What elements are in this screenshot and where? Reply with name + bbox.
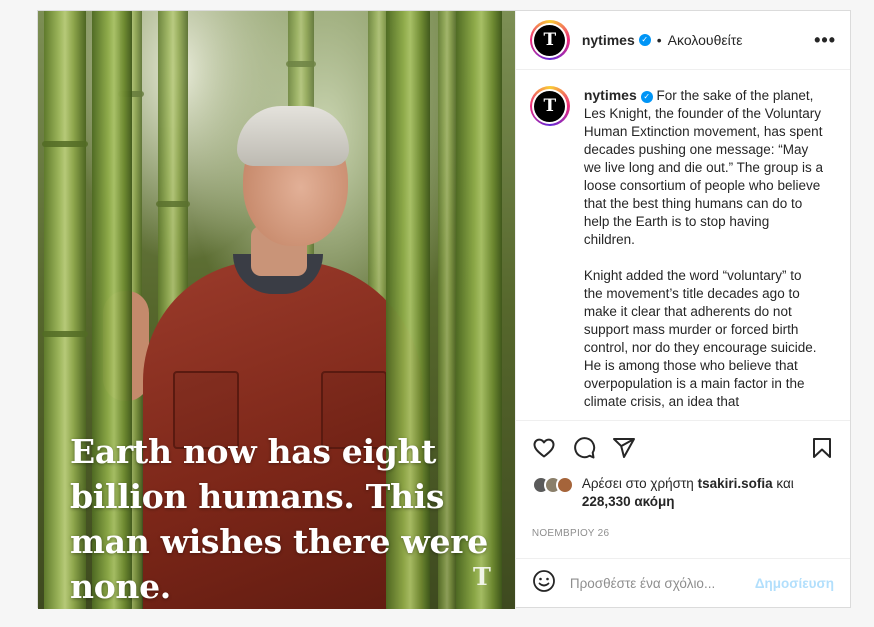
caption-text: nytimes ✓ For the sake of the planet, Les… <box>584 86 824 420</box>
publish-button[interactable]: Δημοσίευση <box>755 576 834 591</box>
caption-paragraph-1: For the sake of the planet, Les Knight, … <box>583 88 823 248</box>
liker-avatars[interactable] <box>531 475 574 494</box>
likes-count[interactable]: 228,330 ακόμη <box>582 494 675 509</box>
avatar-letter: T <box>534 90 566 122</box>
caption-username[interactable]: nytimes <box>584 87 637 103</box>
heart-icon[interactable] <box>532 436 556 460</box>
avatar[interactable]: T <box>529 20 570 61</box>
comment-icon[interactable] <box>572 436 596 460</box>
avatar-letter: T <box>534 24 566 56</box>
comment-input[interactable] <box>569 576 755 592</box>
verified-icon: ✓ <box>640 91 653 104</box>
separator-dot: • <box>656 32 662 49</box>
liker-avatar <box>555 475 574 494</box>
emoji-icon[interactable] <box>532 569 556 598</box>
post-image[interactable]: Earth now has eight billion humans. This… <box>38 11 515 609</box>
action-bar <box>516 421 850 474</box>
post-card: Earth now has eight billion humans. This… <box>37 10 851 609</box>
comment-bar: Δημοσίευση <box>515 557 850 609</box>
verified-icon: ✓ <box>638 34 651 47</box>
likes-summary: Αρέσει στο χρήστη tsakiri.sofia και 228,… <box>516 475 850 514</box>
caption-area: T nytimes ✓ For the sake of the planet, L… <box>515 70 850 422</box>
header-username[interactable]: nytimes <box>582 32 635 48</box>
bookmark-icon[interactable] <box>810 436 834 460</box>
more-icon[interactable]: ••• <box>814 30 836 51</box>
image-headline: Earth now has eight billion humans. This… <box>70 432 488 606</box>
likes-conjunction: και <box>776 475 794 491</box>
post-header: T nytimes ✓ • Ακολουθείτε ••• <box>515 11 850 71</box>
likes-prefix: Αρέσει στο χρήστη <box>581 475 694 491</box>
caption-paragraph-2: Knight added the word “voluntary” to the… <box>583 268 817 410</box>
share-icon[interactable] <box>612 436 636 460</box>
liker-username[interactable]: tsakiri.sofia <box>698 476 773 491</box>
following-button[interactable]: Ακολουθείτε <box>668 32 743 48</box>
post-date[interactable]: ΝΟΕΜΒΡΙΟΥ 26 <box>516 514 850 558</box>
nyt-logo-icon: T <box>472 562 491 591</box>
caption-avatar[interactable]: T <box>529 86 570 127</box>
post-side-panel: T nytimes ✓ • Ακολουθείτε ••• T nytimes ✓… <box>514 11 850 609</box>
hair <box>237 106 349 166</box>
